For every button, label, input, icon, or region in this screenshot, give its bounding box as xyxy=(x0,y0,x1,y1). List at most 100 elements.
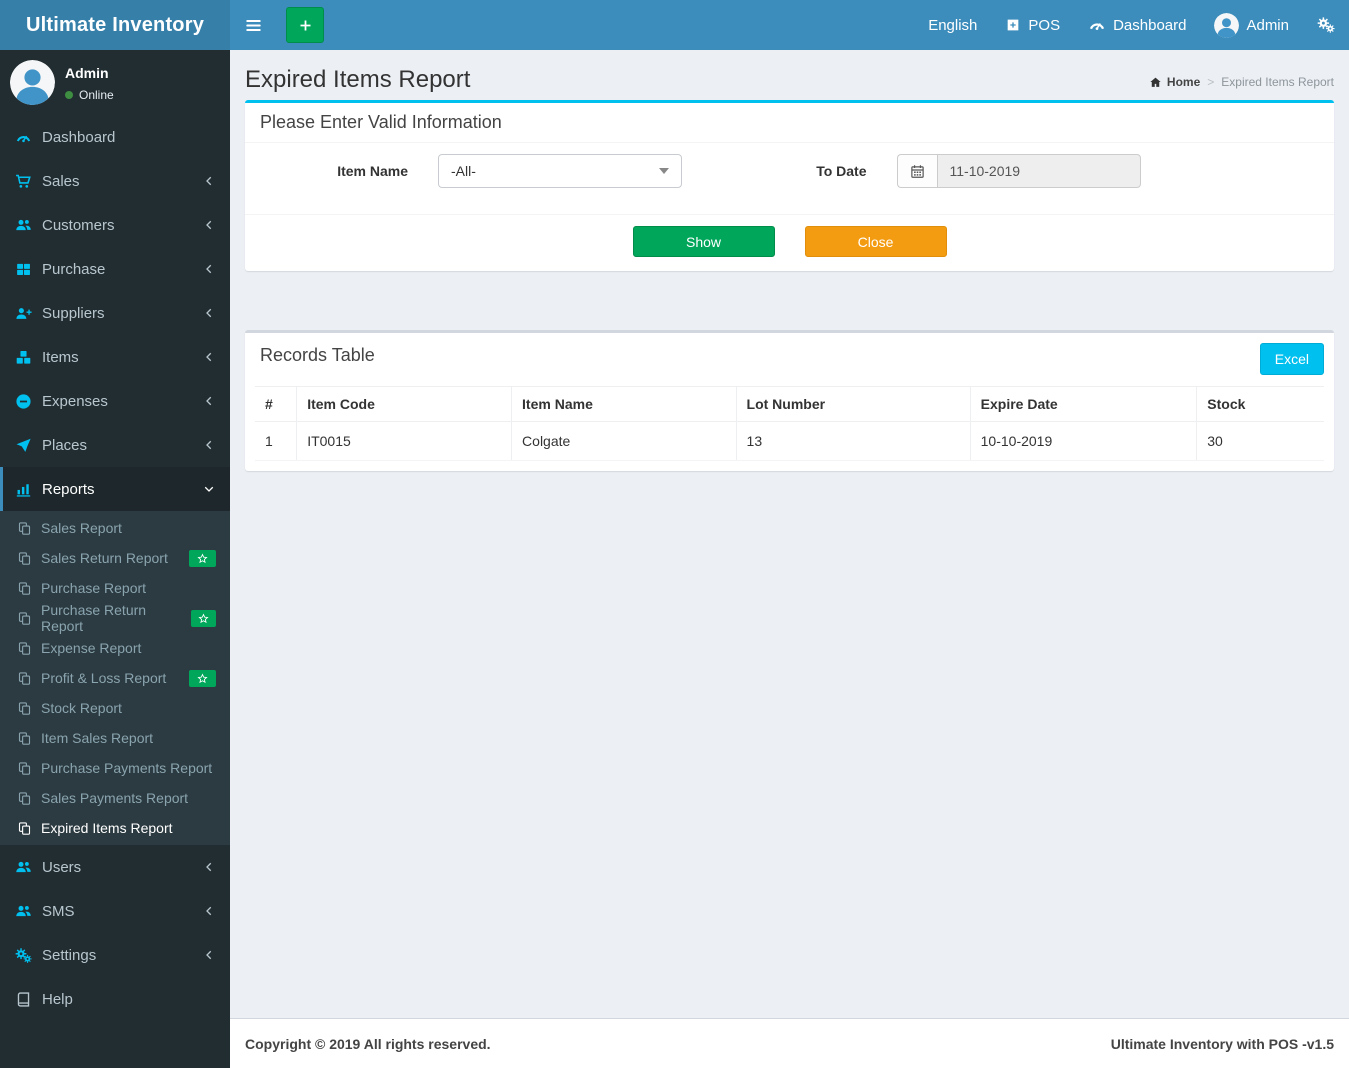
sidebar-item-places[interactable]: Places xyxy=(0,423,230,467)
submenu-item-expense-report[interactable]: Expense Report xyxy=(0,633,230,663)
column-header-lot-number: Lot Number xyxy=(736,386,971,422)
sidebar-item-label: Customers xyxy=(42,216,115,234)
submenu-item-label: Sales Payments Report xyxy=(41,790,189,806)
sidebar-item-label: Users xyxy=(42,858,82,876)
copy-icon xyxy=(17,521,32,536)
column-header-index: # xyxy=(255,386,298,422)
show-button[interactable]: Show xyxy=(632,226,775,257)
calendar-addon[interactable] xyxy=(896,154,937,188)
sidebar-item-label: Dashboard xyxy=(42,128,116,146)
cell-index: 1 xyxy=(255,421,298,461)
filter-form-row: Item Name -All- To Date xyxy=(260,154,1319,188)
avatar xyxy=(1214,13,1239,38)
sidebar-item-reports[interactable]: Reports xyxy=(0,467,230,511)
sidebar-item-sms[interactable]: SMS xyxy=(0,889,230,933)
submenu-item-label: Expired Items Report xyxy=(41,820,173,836)
page-content: Please Enter Valid Information Item Name… xyxy=(230,95,1349,486)
submenu-item-expired-items-report[interactable]: Expired Items Report xyxy=(0,813,230,843)
records-box-title: Records Table xyxy=(260,345,375,365)
sidebar-item-label: Help xyxy=(42,990,73,1008)
version-text: Ultimate Inventory with POS -v1.5 xyxy=(1110,1035,1334,1052)
sidebar-item-suppliers[interactable]: Suppliers xyxy=(0,291,230,335)
submenu-item-label: Purchase Payments Report xyxy=(41,760,213,776)
sidebar-item-settings[interactable]: Settings xyxy=(0,933,230,977)
caret-down-icon xyxy=(659,168,669,174)
sidebar-item-label: Suppliers xyxy=(42,304,105,322)
chevron-left-icon xyxy=(203,263,215,275)
item-name-select[interactable]: -All- xyxy=(438,154,682,188)
close-button[interactable]: Close xyxy=(804,226,947,257)
home-icon xyxy=(1149,76,1162,89)
submenu-item-label: Profit & Loss Report xyxy=(41,670,167,686)
column-header-stock: Stock xyxy=(1196,386,1324,422)
submenu-item-label: Sales Return Report xyxy=(41,550,168,566)
sidebar-item-sales[interactable]: Sales xyxy=(0,159,230,203)
copy-icon xyxy=(17,641,32,656)
records-box: Records Table Excel # Item Code Item Nam… xyxy=(245,330,1334,471)
main-area: English POS Dashboard Admin Expired Item… xyxy=(230,0,1349,1068)
app-logo[interactable]: Ultimate Inventory xyxy=(0,0,230,50)
submenu-item-purchase-payments-report[interactable]: Purchase Payments Report xyxy=(0,753,230,783)
sidebar-item-help[interactable]: Help xyxy=(0,977,230,1021)
user-panel: Admin Online xyxy=(0,50,230,115)
bar-chart-icon xyxy=(15,481,32,498)
hamburger-icon xyxy=(244,16,263,35)
submenu-item-purchase-report[interactable]: Purchase Report xyxy=(0,573,230,603)
column-header-item-code: Item Code xyxy=(296,386,513,422)
sidebar-item-label: Expenses xyxy=(42,392,108,410)
submenu-item-item-sales-report[interactable]: Item Sales Report xyxy=(0,723,230,753)
language-menu[interactable]: English xyxy=(914,0,991,50)
grid-icon xyxy=(15,261,32,278)
quick-add-button[interactable] xyxy=(286,7,324,43)
excel-export-button[interactable]: Excel xyxy=(1259,343,1324,375)
chevron-left-icon xyxy=(203,395,215,407)
submenu-item-profit-loss-report[interactable]: Profit & Loss Report xyxy=(0,663,230,693)
submenu-item-stock-report[interactable]: Stock Report xyxy=(0,693,230,723)
records-box-header: Records Table Excel xyxy=(245,333,1334,376)
gears-icon xyxy=(15,947,32,964)
minus-circle-icon xyxy=(15,393,32,410)
sidebar-item-items[interactable]: Items xyxy=(0,335,230,379)
submenu-item-sales-report[interactable]: Sales Report xyxy=(0,513,230,543)
calendar-icon xyxy=(910,164,925,179)
sidebar-item-purchase[interactable]: Purchase xyxy=(0,247,230,291)
chevron-down-icon xyxy=(203,483,215,495)
content-wrapper: Expired Items Report Home > Expired Item… xyxy=(230,50,1349,1018)
page-footer: Copyright © 2019 All rights reserved. Ul… xyxy=(230,1018,1349,1068)
submenu-item-purchase-return-report[interactable]: Purchase Return Report xyxy=(0,602,230,634)
sidebar-item-label: Sales xyxy=(42,172,80,190)
sidebar-item-customers[interactable]: Customers xyxy=(0,203,230,247)
users-icon xyxy=(15,859,32,876)
column-header-expire-date: Expire Date xyxy=(970,386,1198,422)
chevron-left-icon xyxy=(203,219,215,231)
copy-icon xyxy=(17,581,32,596)
submenu-item-sales-return-report[interactable]: Sales Return Report xyxy=(0,543,230,573)
breadcrumb-home-label: Home xyxy=(1166,75,1201,89)
sidebar-toggle-button[interactable] xyxy=(230,0,277,50)
breadcrumb-home-link[interactable]: Home xyxy=(1149,75,1200,89)
records-table: # Item Code Item Name Lot Number Expire … xyxy=(255,386,1324,461)
to-date-input[interactable] xyxy=(936,154,1141,188)
online-status-icon xyxy=(65,91,73,99)
breadcrumb-separator: > xyxy=(1207,75,1215,89)
sidebar-item-users[interactable]: Users xyxy=(0,845,230,889)
dashboard-link[interactable]: Dashboard xyxy=(1074,0,1200,50)
dashboard-label: Dashboard xyxy=(1113,16,1187,34)
users-icon xyxy=(15,217,32,234)
users-icon xyxy=(15,903,32,920)
dashboard-icon xyxy=(15,129,32,146)
user-menu[interactable]: Admin xyxy=(1200,0,1303,50)
copy-icon xyxy=(17,761,32,776)
copy-icon xyxy=(17,821,32,836)
chevron-left-icon xyxy=(203,307,215,319)
plus-icon xyxy=(298,18,313,33)
reports-submenu: Sales Report Sales Return Report Purchas… xyxy=(0,511,230,845)
pos-link[interactable]: POS xyxy=(991,0,1074,50)
submenu-item-label: Purchase Report xyxy=(41,580,147,596)
submenu-item-label: Stock Report xyxy=(41,700,122,716)
sidebar-item-expenses[interactable]: Expenses xyxy=(0,379,230,423)
settings-menu[interactable] xyxy=(1303,0,1349,50)
copy-icon xyxy=(17,791,32,806)
sidebar-item-dashboard[interactable]: Dashboard xyxy=(0,115,230,159)
submenu-item-sales-payments-report[interactable]: Sales Payments Report xyxy=(0,783,230,813)
